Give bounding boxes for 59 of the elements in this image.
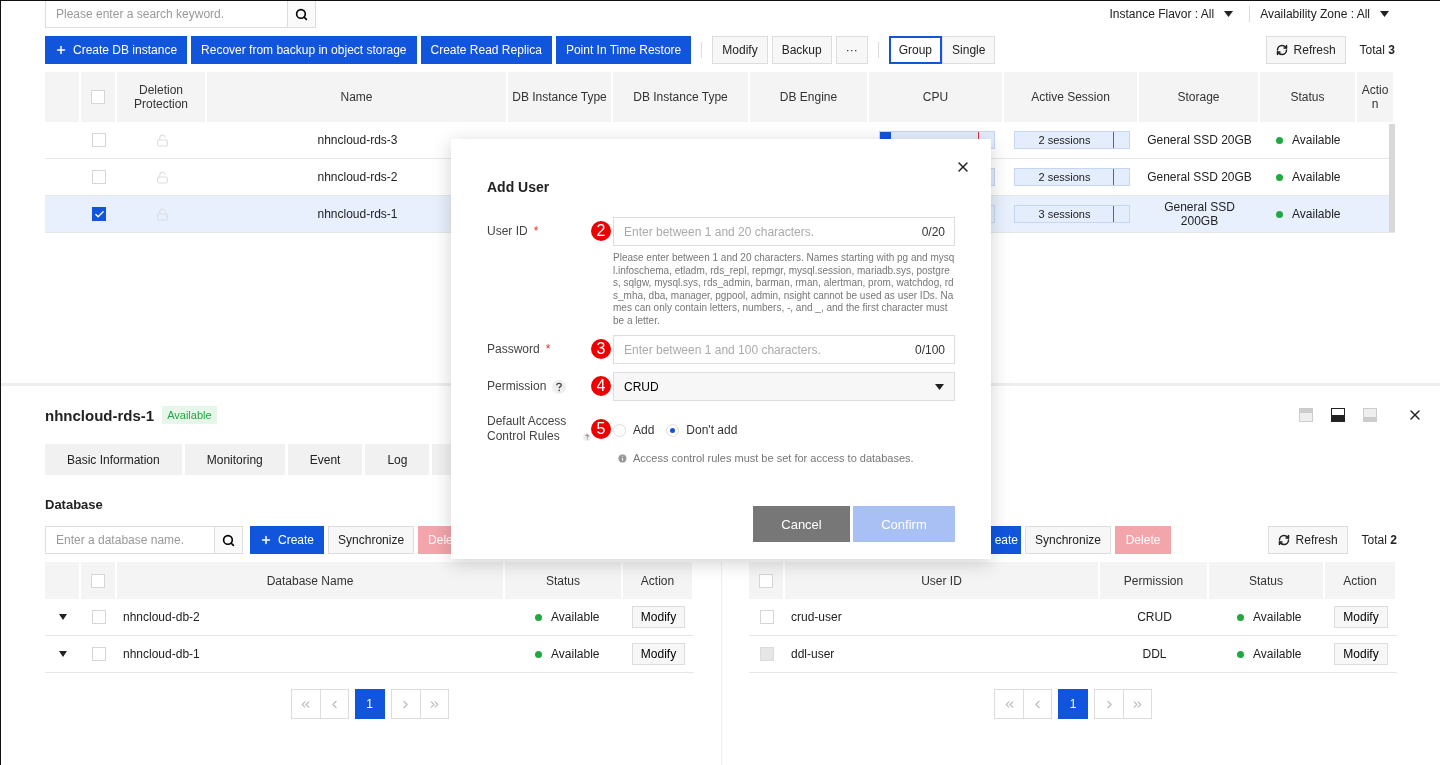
storage-text: General SSD 20GB: [1147, 170, 1252, 184]
field-label: User ID: [487, 224, 528, 239]
character-counter: 0/20: [921, 225, 945, 239]
database-name: nhncloud-db-2: [123, 610, 200, 624]
field-label: Password: [487, 342, 540, 357]
column-header: Action: [623, 562, 694, 599]
step-marker: 2: [591, 221, 611, 241]
session-meter: 2 sessions: [1013, 168, 1130, 186]
instance-name: nhncloud-rds-2: [317, 170, 398, 184]
status-text: Available: [1292, 170, 1341, 184]
user-id: ddl-user: [791, 647, 835, 661]
column-header: Permission: [1100, 562, 1209, 599]
status-text: Available: [551, 647, 600, 661]
note-text: Access control rules must be set for access to databases.: [633, 452, 914, 464]
column-header: DB Engine: [750, 72, 869, 122]
storage-text: General SSD 200GB: [1163, 200, 1236, 228]
column-header: Status: [505, 562, 623, 599]
required-mark: *: [545, 342, 551, 357]
column-header: Name: [207, 72, 508, 122]
total-count: Total 2: [1361, 533, 1397, 547]
column-header: Action: [1357, 72, 1395, 122]
user-id: crud-user: [791, 610, 842, 624]
instance-title: nhncloud-rds-1: [45, 406, 155, 424]
total-count: Total 3: [1359, 43, 1395, 57]
column-header: Active Session: [1004, 72, 1139, 122]
session-meter: 3 sessions: [1013, 205, 1130, 223]
storage-text: General SSD 20GB: [1147, 133, 1252, 147]
column-header: DB Instance Type: [613, 72, 750, 122]
character-counter: 0/100: [914, 343, 945, 357]
field-label: Default Access Control Rules: [487, 414, 568, 444]
session-meter: 2 sessions: [1013, 131, 1130, 149]
database-name: nhncloud-db-1: [123, 647, 200, 661]
column-header: User ID: [785, 562, 1100, 599]
instance-name: nhncloud-rds-3: [317, 133, 398, 147]
dialog-title: Add User: [487, 179, 551, 195]
column-header: CPU: [869, 72, 1004, 122]
help-text: Please enter between 1 and 20 characters. Names starting with pg and mysql.infoschema, etladm, rds_repl, repmgr, mysql.session, mariadb.sys, postgres, sqlgw, mysql.sys, rds_admin, barman, rman, alertman, prom, watchdog, rds_mha, dba, manager, pgpool, admin, nsight cannot be used as user IDs. Names can only contain letters, numbers, -, and _, and the first character must be a letter.: [613, 252, 955, 327]
status-text: Available: [1253, 647, 1302, 661]
section-heading: Database: [45, 497, 104, 512]
status-badge: Available: [162, 406, 217, 424]
column-header: Action: [1325, 562, 1397, 599]
permission-text: CRUD: [1137, 610, 1172, 624]
status-text: Available: [1253, 610, 1302, 624]
step-marker: 4: [591, 376, 611, 396]
column-header: Storage: [1139, 72, 1260, 122]
status-text: Available: [551, 610, 600, 624]
status-text: Available: [1292, 207, 1341, 221]
step-marker: 5: [591, 419, 611, 439]
required-mark: *: [533, 224, 539, 239]
field-label: Permission: [487, 379, 547, 394]
column-header: Database Name: [117, 562, 505, 599]
column-header: Status: [1209, 562, 1325, 599]
instance-name: nhncloud-rds-1: [317, 207, 398, 221]
step-marker: 3: [591, 339, 611, 359]
status-text: Available: [1292, 133, 1341, 147]
column-header: Status: [1260, 72, 1357, 122]
permission-text: DDL: [1142, 647, 1167, 661]
column-header: Deletion Protection: [117, 72, 207, 122]
column-header: DB Instance Type: [508, 72, 613, 122]
